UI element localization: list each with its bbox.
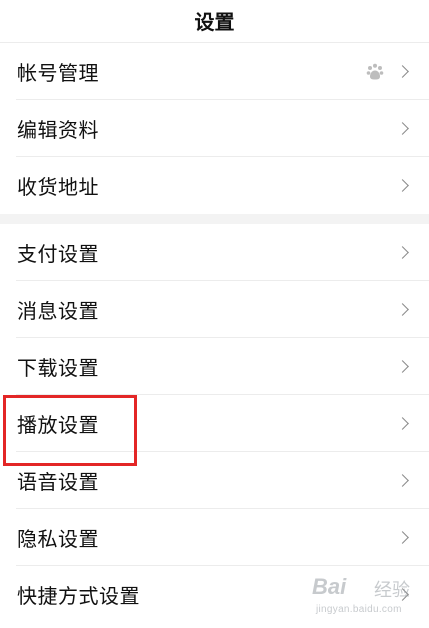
settings-group-preferences: 支付设置 消息设置 下载设置 播放设置 语音设置 隐私设置 快捷方式设置 [0,224,429,623]
settings-item-shortcuts[interactable]: 快捷方式设置 [0,566,429,623]
chevron-right-icon [396,360,409,373]
settings-item-download[interactable]: 下载设置 [0,338,429,395]
settings-item-label: 收货地址 [17,175,99,199]
settings-item-label: 语音设置 [17,470,99,494]
settings-item-label: 消息设置 [17,299,99,323]
settings-item-label: 快捷方式设置 [17,584,140,608]
chevron-right-icon [396,474,409,487]
settings-item-label: 下载设置 [17,356,99,380]
chevron-right-icon [396,122,409,135]
settings-item-privacy[interactable]: 隐私设置 [0,509,429,566]
chevron-right-icon [396,303,409,316]
group-separator [0,214,429,224]
chevron-right-icon [396,246,409,259]
chevron-right-icon [396,417,409,430]
settings-group-account: 帐号管理 编辑资料 收货地址 [0,43,429,214]
settings-item-label: 编辑资料 [17,118,99,142]
nav-bar: 设置 [0,0,429,43]
settings-item-label: 播放设置 [17,413,99,437]
page-title: 设置 [194,9,235,34]
settings-item-playback[interactable]: 播放设置 [0,395,429,452]
chevron-right-icon [396,531,409,544]
settings-item-label: 支付设置 [17,242,99,266]
chevron-right-icon [396,588,409,601]
settings-item-label: 隐私设置 [17,527,99,551]
settings-item-edit-profile[interactable]: 编辑资料 [0,100,429,157]
settings-item-payment[interactable]: 支付设置 [0,224,429,281]
settings-item-voice[interactable]: 语音设置 [0,452,429,509]
chevron-right-icon [396,65,409,78]
settings-item-notifications[interactable]: 消息设置 [0,281,429,338]
settings-item-account-management[interactable]: 帐号管理 [0,43,429,100]
settings-item-label: 帐号管理 [17,61,99,85]
settings-item-shipping-address[interactable]: 收货地址 [0,157,429,214]
baidu-paw-icon [366,63,384,80]
chevron-right-icon [396,179,409,192]
